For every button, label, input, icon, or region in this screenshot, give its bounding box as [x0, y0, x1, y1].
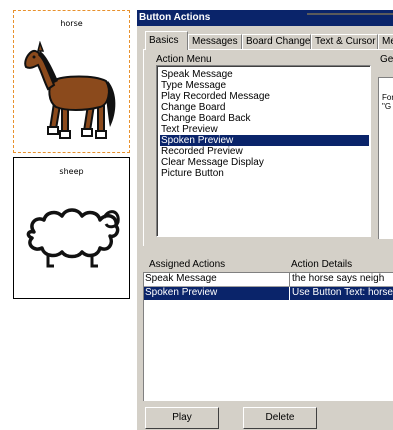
action-menu-label: Action Menu	[156, 54, 212, 65]
action-menu-list[interactable]: Speak Message Type Message Play Recorded…	[156, 65, 371, 237]
table-row[interactable]: Speak Message the horse says neigh	[144, 273, 393, 287]
button-actions-dialog: Button Actions Basics Messages Board Cha…	[137, 10, 393, 430]
action-item-play-recorded-message[interactable]: Play Recorded Message	[160, 91, 271, 102]
action-item-text-preview[interactable]: Text Preview	[160, 124, 219, 135]
action-item-clear-message-display[interactable]: Clear Message Display	[160, 157, 265, 168]
assigned-action-cell: Spoken Preview	[145, 287, 218, 298]
action-details-cell: the horse says neigh	[292, 273, 385, 284]
tab-text-cursor[interactable]: Text & Cursor	[311, 34, 378, 49]
tab-basics[interactable]: Basics	[145, 31, 188, 50]
tab-board-change[interactable]: Board Change	[242, 34, 311, 49]
assigned-actions-table[interactable]: Speak Message the horse says neigh Spoke…	[143, 272, 393, 401]
action-details-header: Action Details	[291, 259, 353, 270]
action-item-recorded-preview[interactable]: Recorded Preview	[160, 146, 244, 157]
general-text-line-2: "G	[382, 102, 392, 111]
sheep-picture	[26, 208, 120, 268]
action-item-change-board-back[interactable]: Change Board Back	[160, 113, 252, 124]
assigned-actions-header: Assigned Actions	[149, 259, 226, 270]
column-divider	[289, 287, 290, 300]
title-divider	[307, 13, 393, 15]
delete-button[interactable]: Delete	[243, 407, 317, 429]
play-button[interactable]: Play	[145, 407, 219, 429]
column-divider	[289, 273, 290, 286]
tab-messages[interactable]: Messages	[188, 34, 242, 49]
action-details-cell: Use Button Text: horse	[292, 287, 393, 298]
table-row-selected[interactable]: Spoken Preview Use Button Text: horse	[144, 287, 393, 300]
sheep-card-label: sheep	[59, 167, 84, 176]
horse-picture	[24, 41, 116, 139]
tab-messages-more[interactable]: Mes	[378, 34, 393, 49]
general-description-box: For "G	[378, 77, 393, 239]
action-item-speak-message[interactable]: Speak Message	[160, 69, 234, 80]
action-item-spoken-preview[interactable]: Spoken Preview	[160, 135, 369, 146]
assigned-action-cell: Speak Message	[145, 273, 217, 284]
general-label: Ger	[380, 54, 393, 65]
sheep-symbol-card[interactable]: sheep	[13, 157, 130, 299]
action-item-change-board[interactable]: Change Board	[160, 102, 227, 113]
action-item-picture-button[interactable]: Picture Button	[160, 168, 225, 179]
action-menu-list-frame: Speak Message Type Message Play Recorded…	[157, 66, 370, 236]
general-text-line-1: For	[382, 93, 393, 102]
action-item-type-message[interactable]: Type Message	[160, 80, 227, 91]
horse-card-label: horse	[60, 19, 83, 28]
horse-symbol-card[interactable]: horse	[13, 10, 130, 153]
